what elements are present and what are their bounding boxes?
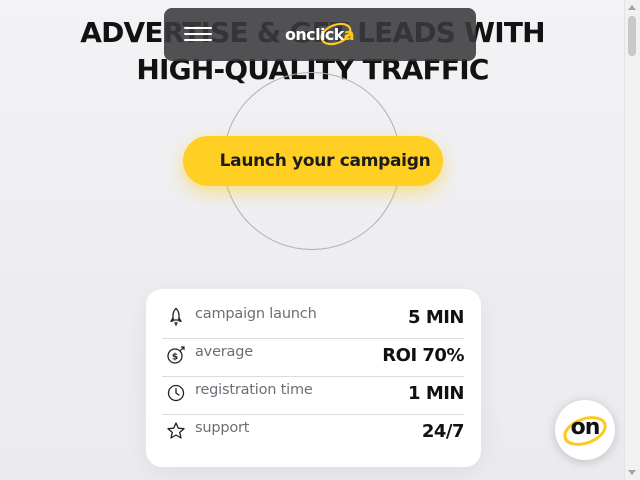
stat-label: average xyxy=(195,344,253,360)
star-icon xyxy=(167,422,185,439)
stat-row-support: support 24/7 xyxy=(162,415,465,452)
top-navbar: onclicka xyxy=(164,8,476,61)
rocket-icon xyxy=(170,307,182,327)
stat-label: registration time xyxy=(195,382,313,398)
stat-label: campaign launch xyxy=(195,306,317,322)
dollar-coin-icon: $ xyxy=(167,346,185,364)
logo-text-accent: a xyxy=(343,25,355,44)
stat-label: support xyxy=(195,420,250,436)
stat-row-campaign-launch: campaign launch 5 MIN xyxy=(162,301,464,339)
stats-list: campaign launch 5 MIN $ average ROI 70% … xyxy=(162,301,465,452)
badge-text: on xyxy=(570,415,601,440)
scroll-down-arrow-icon[interactable] xyxy=(628,470,636,475)
scroll-up-arrow-icon[interactable] xyxy=(628,5,636,10)
stat-row-registration-time: registration time 1 MIN xyxy=(162,377,464,415)
stat-row-average-roi: $ average ROI 70% xyxy=(162,339,464,377)
logo-text: onclicka xyxy=(285,25,355,44)
stat-value: 5 MIN xyxy=(408,307,464,328)
hamburger-menu-icon[interactable] xyxy=(184,25,212,43)
vertical-scrollbar[interactable] xyxy=(624,0,640,480)
scroll-thumb[interactable] xyxy=(628,16,636,56)
page: ADVERTISE & GET LEADS WITH HIGH-QUALITY … xyxy=(0,0,640,480)
svg-text:$: $ xyxy=(172,353,178,363)
stat-value: ROI 70% xyxy=(382,345,464,366)
logo-text-main: onclick xyxy=(285,25,344,44)
clock-icon xyxy=(167,384,185,402)
brand-logo[interactable]: onclicka xyxy=(278,20,360,50)
stats-card: campaign launch 5 MIN $ average ROI 70% … xyxy=(146,289,481,467)
launch-campaign-button[interactable]: Launch your campaign xyxy=(183,136,443,186)
stat-value: 24/7 xyxy=(421,421,465,442)
stat-value: 1 MIN xyxy=(408,383,464,404)
onclicka-chat-badge[interactable]: on xyxy=(555,400,615,460)
